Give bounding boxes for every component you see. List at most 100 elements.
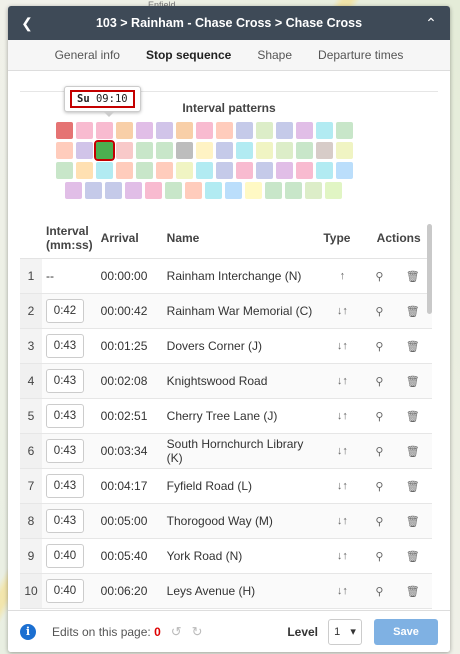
pattern-cell[interactable] <box>136 162 153 179</box>
pattern-cell[interactable] <box>176 122 193 139</box>
interval-input[interactable]: 0:40 <box>46 579 84 603</box>
pattern-cell[interactable] <box>236 162 253 179</box>
pattern-cell[interactable] <box>56 142 73 159</box>
pattern-cell[interactable] <box>336 162 353 179</box>
pattern-cell[interactable] <box>276 162 293 179</box>
pattern-cell[interactable] <box>105 182 122 199</box>
pattern-cell[interactable] <box>325 182 342 199</box>
pattern-cell[interactable] <box>116 122 133 139</box>
interval-input[interactable]: 0:43 <box>46 509 84 533</box>
pattern-cell[interactable] <box>196 162 213 179</box>
pattern-cell[interactable] <box>216 142 233 159</box>
stop-type-icon[interactable]: ↓↑ <box>319 398 366 434</box>
pattern-cell[interactable] <box>256 142 273 159</box>
pattern-cell[interactable] <box>96 122 113 139</box>
tab-shape[interactable]: Shape <box>257 41 292 69</box>
pattern-cell[interactable] <box>265 182 282 199</box>
pattern-cell[interactable] <box>125 182 142 199</box>
map-pin-icon[interactable]: ⚲ <box>365 258 394 294</box>
trash-icon[interactable]: 🗑 <box>393 328 432 364</box>
map-pin-icon[interactable]: ⚲ <box>365 293 394 329</box>
map-pin-icon[interactable]: ⚲ <box>365 363 394 399</box>
pattern-cell[interactable] <box>236 122 253 139</box>
interval-input[interactable]: 0:43 <box>46 334 84 358</box>
interval-input[interactable]: 0:43 <box>46 474 84 498</box>
pattern-cell[interactable] <box>245 182 262 199</box>
trash-icon[interactable]: 🗑 <box>393 398 432 434</box>
stop-type-icon[interactable]: ↓↑ <box>319 538 366 574</box>
pattern-cell[interactable] <box>256 122 273 139</box>
pattern-cell[interactable] <box>96 162 113 179</box>
pattern-cell[interactable] <box>145 182 162 199</box>
trash-icon[interactable]: 🗑 <box>393 468 432 504</box>
level-select[interactable]: 1 ▾ <box>328 618 362 645</box>
pattern-cell[interactable] <box>156 142 173 159</box>
pattern-cell[interactable] <box>156 122 173 139</box>
stop-type-icon[interactable]: ↓↑ <box>319 573 366 609</box>
pattern-cell[interactable] <box>225 182 242 199</box>
pattern-cell[interactable] <box>185 182 202 199</box>
back-icon[interactable]: ❮ <box>18 15 36 32</box>
map-pin-icon[interactable]: ⚲ <box>365 398 394 434</box>
pattern-cell[interactable] <box>205 182 222 199</box>
pattern-cell[interactable] <box>305 182 322 199</box>
interval-input[interactable]: 0:43 <box>46 439 84 463</box>
interval-input[interactable]: 0:40 <box>46 544 84 568</box>
interval-input[interactable]: 0:43 <box>46 369 84 393</box>
pattern-cell[interactable] <box>65 182 82 199</box>
pattern-cell[interactable] <box>336 142 353 159</box>
pattern-cell[interactable] <box>316 162 333 179</box>
interval-input[interactable]: 0:42 <box>46 299 84 323</box>
info-icon[interactable]: i <box>20 623 36 640</box>
stop-type-icon[interactable]: ↓↑ <box>319 468 366 504</box>
map-pin-icon[interactable]: ⚲ <box>365 433 394 469</box>
pattern-cell[interactable] <box>56 122 73 139</box>
trash-icon[interactable]: 🗑 <box>393 363 432 399</box>
pattern-cell[interactable] <box>285 182 302 199</box>
pattern-cell[interactable] <box>316 142 333 159</box>
pattern-cell[interactable] <box>116 162 133 179</box>
pattern-cell[interactable] <box>196 122 213 139</box>
pattern-cell[interactable] <box>276 122 293 139</box>
pattern-cell[interactable] <box>296 142 313 159</box>
map-pin-icon[interactable]: ⚲ <box>365 573 394 609</box>
redo-icon[interactable]: ↻ <box>192 624 203 640</box>
pattern-cell[interactable] <box>76 122 93 139</box>
save-button[interactable]: Save <box>374 618 438 645</box>
undo-icon[interactable]: ↺ <box>171 624 182 640</box>
pattern-cell[interactable] <box>236 142 253 159</box>
tab-stop-sequence[interactable]: Stop sequence <box>146 41 231 69</box>
map-pin-icon[interactable]: ⚲ <box>365 328 394 364</box>
pattern-cell[interactable] <box>296 122 313 139</box>
trash-icon[interactable]: 🗑 <box>393 538 432 574</box>
stop-type-icon[interactable]: ↓↑ <box>319 503 366 539</box>
pattern-cell[interactable] <box>165 182 182 199</box>
table-scrollbar[interactable] <box>427 224 432 314</box>
collapse-icon[interactable]: ⌃ <box>422 15 440 32</box>
pattern-cell[interactable] <box>176 142 193 159</box>
trash-icon[interactable]: 🗑 <box>393 503 432 539</box>
pattern-cell[interactable] <box>85 182 102 199</box>
pattern-cell[interactable] <box>156 162 173 179</box>
interval-input[interactable]: 0:43 <box>46 404 84 428</box>
pattern-cell[interactable] <box>94 140 115 161</box>
pattern-cell[interactable] <box>196 142 213 159</box>
stop-type-icon[interactable]: ↓↑ <box>319 363 366 399</box>
pattern-cell[interactable] <box>136 122 153 139</box>
trash-icon[interactable]: 🗑 <box>393 573 432 609</box>
pattern-cell[interactable] <box>256 162 273 179</box>
pattern-cell[interactable] <box>336 122 353 139</box>
pattern-cell[interactable] <box>56 162 73 179</box>
pattern-cell[interactable] <box>116 142 133 159</box>
pattern-cell[interactable] <box>136 142 153 159</box>
stop-type-icon[interactable]: ↑ <box>319 258 366 294</box>
pattern-cell[interactable] <box>176 162 193 179</box>
pattern-cell[interactable] <box>216 122 233 139</box>
map-pin-icon[interactable]: ⚲ <box>365 503 394 539</box>
map-pin-icon[interactable]: ⚲ <box>365 468 394 504</box>
trash-icon[interactable]: 🗑 <box>393 433 432 469</box>
tab-departure-times[interactable]: Departure times <box>318 41 403 69</box>
pattern-cell[interactable] <box>296 162 313 179</box>
stop-type-icon[interactable]: ↓↑ <box>319 293 366 329</box>
pattern-cell[interactable] <box>76 142 93 159</box>
